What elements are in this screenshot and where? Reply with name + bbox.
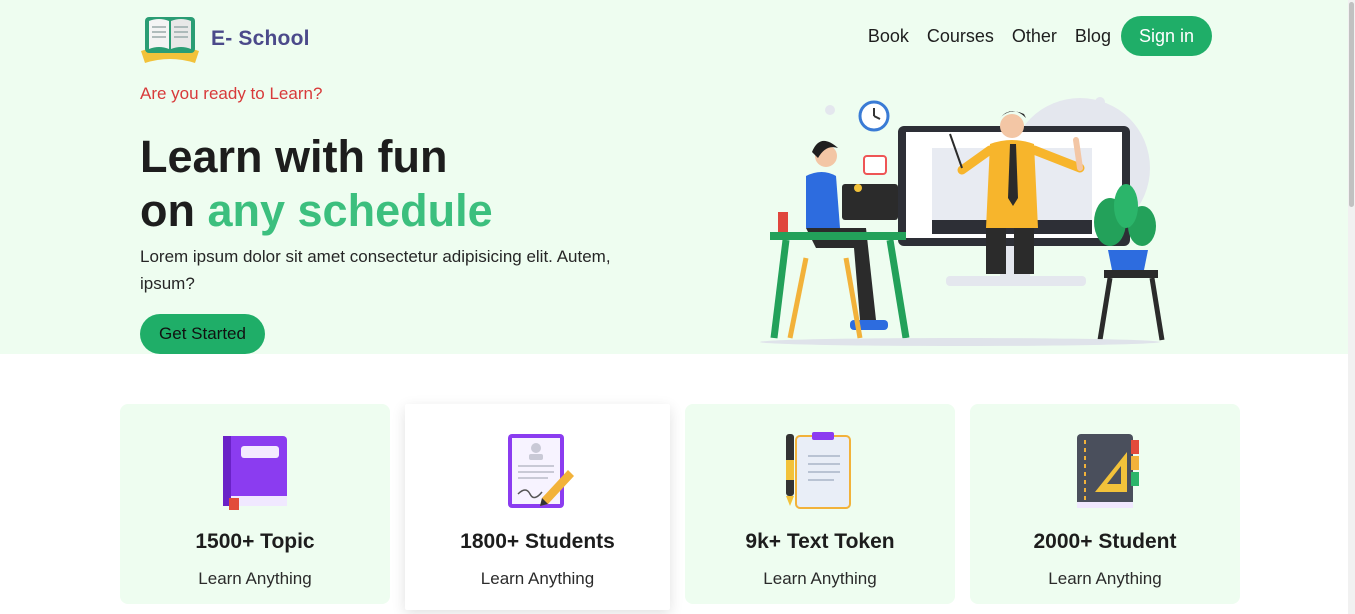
nav-book[interactable]: Book [868, 26, 909, 47]
stat-title: 1800+ Students [460, 530, 615, 553]
nav-other[interactable]: Other [1012, 26, 1057, 47]
purple-book-icon [223, 436, 287, 510]
nav-courses[interactable]: Courses [927, 26, 994, 47]
scrollbar[interactable] [1348, 0, 1355, 614]
notebook-ruler-icon [1077, 434, 1139, 508]
stat-card[interactable]: 2000+ Student Learn Anything [970, 404, 1240, 604]
scrollbar-thumb[interactable] [1349, 2, 1354, 207]
stat-subtitle: Learn Anything [1048, 569, 1162, 588]
main-nav: Book Courses Other Blog Sign in [868, 16, 1212, 56]
hero-tagline: Are you ready to Learn? [140, 84, 323, 103]
nav-blog[interactable]: Blog [1075, 26, 1111, 47]
hero-title-line1: Learn with fun [140, 131, 448, 182]
certificate-pen-icon [507, 434, 574, 508]
stat-card[interactable]: 1800+ Students Learn Anything [405, 404, 670, 610]
hero-description: Lorem ipsum dolor sit amet consectetur a… [140, 247, 611, 293]
hero-title-prefix: on [140, 185, 208, 236]
get-started-button[interactable]: Get Started [140, 314, 265, 354]
hero-title-accent: any schedule [207, 185, 493, 236]
brand-logo[interactable]: E- School [137, 10, 327, 68]
open-book-icon [141, 17, 199, 63]
stat-title: 1500+ Topic [195, 530, 315, 553]
online-teaching-illustration [760, 97, 1165, 346]
clipboard-pen-icon [786, 432, 851, 509]
stat-subtitle: Learn Anything [480, 569, 595, 588]
stat-subtitle: Learn Anything [198, 569, 312, 588]
stat-card[interactable]: 9k+ Text Token Learn Anything [685, 404, 955, 604]
sign-in-button[interactable]: Sign in [1120, 16, 1212, 56]
stat-subtitle: Learn Anything [763, 569, 877, 588]
hero-title: Learn with fun on any schedule [140, 130, 493, 238]
brand-name: E- School [211, 27, 310, 50]
stat-card[interactable]: 1500+ Topic Learn Anything [120, 404, 390, 604]
hero-title-line2: on any schedule [140, 184, 493, 238]
stats-section: 1500+ Topic Learn Anything 1800+ Student… [120, 404, 1240, 614]
stat-title: 9k+ Text Token [745, 530, 895, 553]
stat-title: 2000+ Student [1033, 530, 1177, 553]
